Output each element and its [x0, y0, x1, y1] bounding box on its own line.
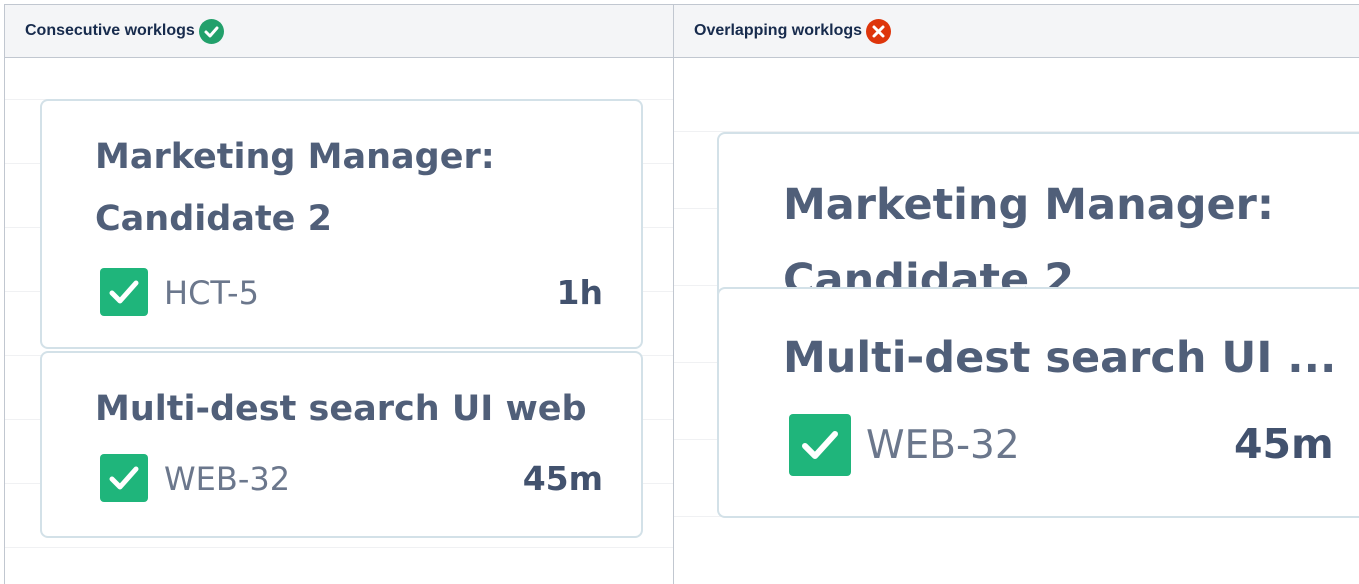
- checkbox-checked-icon: [100, 268, 148, 316]
- worklog-duration: 1h: [556, 273, 603, 312]
- issue-key[interactable]: WEB-32: [866, 423, 1020, 468]
- worklog-duration: 45m: [522, 459, 603, 498]
- header-overlapping-label: Overlapping worklogs: [694, 22, 863, 39]
- error-circle-icon: [866, 18, 892, 44]
- checkbox-checked-icon: [789, 414, 851, 476]
- issue-key[interactable]: HCT-5: [164, 274, 259, 312]
- worklog-card[interactable]: Marketing Manager: Candidate 2 HCT-5 1h: [40, 99, 643, 349]
- worklog-title-line2: Candidate 2: [95, 199, 332, 239]
- check-circle-icon: [198, 18, 224, 44]
- header-consecutive: Consecutive worklogs: [5, 5, 674, 58]
- worklog-card[interactable]: Multi-dest search UI web WEB-32 45m: [40, 351, 643, 538]
- worklog-title: Multi-dest search UI ...: [783, 333, 1337, 383]
- grid-line: [5, 547, 673, 548]
- issue-key[interactable]: WEB-32: [164, 460, 290, 498]
- worklog-duration: 45m: [1234, 420, 1334, 468]
- worklog-title: Marketing Manager:: [783, 180, 1275, 230]
- worklog-card[interactable]: Marketing Manager: Candidate 2: [717, 132, 1359, 312]
- worklog-card[interactable]: Multi-dest search UI ... WEB-32 45m: [717, 287, 1359, 518]
- worklog-title: Multi-dest search UI web: [95, 389, 587, 429]
- checkbox-checked-icon: [100, 454, 148, 502]
- header-overlapping: Overlapping worklogs: [674, 5, 1359, 58]
- worklog-title: Marketing Manager:: [95, 137, 495, 177]
- header-consecutive-label: Consecutive worklogs: [25, 22, 195, 39]
- worklogs-comparison-table: Consecutive worklogs Overlapping worklog…: [4, 4, 1359, 584]
- consecutive-cell: Marketing Manager: Candidate 2 HCT-5 1h …: [5, 58, 674, 584]
- overlapping-cell: Marketing Manager: Candidate 2 Multi-des…: [674, 58, 1359, 584]
